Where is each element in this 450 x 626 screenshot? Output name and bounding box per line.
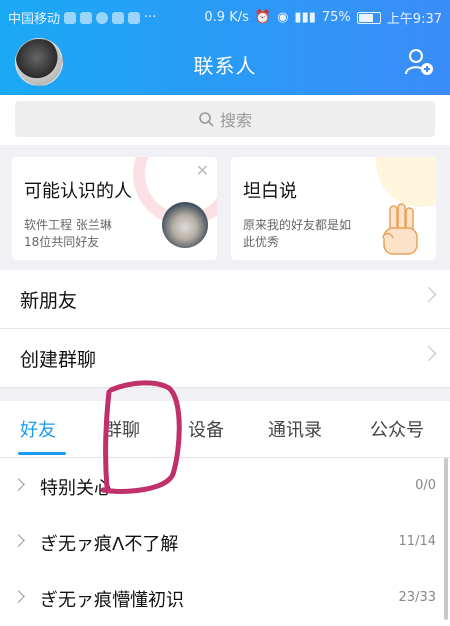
expand-arrow-icon	[12, 478, 25, 491]
signal-icon: ▮▮▮	[294, 10, 316, 25]
search-icon	[199, 112, 214, 127]
card-decoration	[376, 157, 436, 207]
card-subtitle: 软件工程 张兰琳 18位共同好友	[24, 217, 112, 251]
tab-groups[interactable]: 群聊	[104, 416, 140, 442]
more-notifications-icon: ···	[144, 10, 157, 25]
page-title: 联系人	[193, 54, 257, 78]
app-notification-icon	[96, 11, 109, 24]
battery-percent: 75%	[321, 10, 351, 25]
card-title: 可能认识的人	[24, 181, 132, 202]
status-bar: 中国移动 ··· 0.9 K/s ⏰ ◉ ▮▮▮ 75% 上午9:37	[0, 0, 450, 32]
group-name: ぎ无ァ痕懵懂初识	[40, 590, 184, 611]
group-name: 特别关心	[40, 478, 112, 499]
active-tab-indicator	[18, 452, 66, 455]
card-subtitle-line: 18位共同好友	[24, 235, 100, 249]
group-count: 11/14	[398, 534, 436, 549]
suggested-person-photo	[162, 202, 208, 248]
search-section: 搜索	[0, 95, 450, 145]
header-bar: 中国移动 ··· 0.9 K/s ⏰ ◉ ▮▮▮ 75% 上午9:37 联系人	[0, 0, 450, 95]
carrier-label: 中国移动	[8, 12, 61, 27]
group-count: 0/0	[415, 478, 436, 493]
card-may-know[interactable]: ✕ 可能认识的人 软件工程 张兰琳 18位共同好友	[12, 157, 217, 260]
search-placeholder: 搜索	[219, 111, 252, 130]
add-friend-icon[interactable]	[404, 48, 434, 76]
tab-official-accounts[interactable]: 公众号	[370, 416, 424, 442]
search-input[interactable]: 搜索	[15, 101, 435, 137]
menu-list: 新朋友 创建群聊	[0, 270, 450, 388]
card-confession[interactable]: 坦白说 原来我的好友都是如 此优秀	[231, 157, 436, 260]
group-count: 23/33	[398, 590, 436, 605]
app-notification-icon	[80, 11, 93, 24]
card-subtitle-line: 原来我的好友都是如	[243, 218, 352, 232]
raised-hand-icon	[382, 203, 418, 255]
list-item[interactable]: ぎ无ァ痕Λ不了解 11/14	[0, 514, 450, 570]
network-speed: 0.9 K/s	[204, 10, 249, 25]
card-subtitle: 原来我的好友都是如 此优秀	[243, 217, 351, 251]
alarm-icon: ⏰	[254, 10, 272, 25]
tab-devices[interactable]: 设备	[188, 416, 224, 442]
row-label: 创建群聊	[20, 349, 97, 371]
close-icon[interactable]: ✕	[196, 161, 209, 180]
chevron-right-icon	[420, 345, 437, 362]
app-notification-icon	[128, 11, 141, 24]
app-notification-icon	[64, 11, 77, 24]
new-friends-row[interactable]: 新朋友	[0, 270, 450, 329]
group-name: ぎ无ァ痕Λ不了解	[40, 534, 179, 555]
card-title: 坦白说	[243, 181, 297, 202]
app-notification-icon	[112, 11, 125, 24]
card-subtitle-line: 软件工程 张兰琳	[24, 218, 112, 232]
card-subtitle-line: 此优秀	[243, 235, 280, 249]
chevron-right-icon	[420, 286, 437, 303]
friend-groups-list: 特别关心 0/0 ぎ无ァ痕Λ不了解 11/14 ぎ无ァ痕懵懂初识 23/33	[0, 458, 450, 626]
tab-address-book[interactable]: 通讯录	[268, 416, 322, 442]
expand-arrow-icon	[12, 590, 25, 603]
create-group-chat-row[interactable]: 创建群聊	[0, 329, 450, 388]
contact-tabs: 好友 群聊 设备 通讯录 公众号	[0, 401, 450, 458]
battery-icon	[356, 11, 381, 24]
list-item[interactable]: ぎ无ァ痕懵懂初识 23/33	[0, 570, 450, 626]
expand-arrow-icon	[12, 534, 25, 547]
tab-friends[interactable]: 好友	[20, 416, 56, 442]
list-item[interactable]: 特别关心 0/0	[0, 458, 450, 514]
scrollbar[interactable]	[444, 458, 448, 620]
row-label: 新朋友	[20, 290, 78, 312]
clock: 上午9:37	[386, 12, 442, 27]
recommend-cards: ✕ 可能认识的人 软件工程 张兰琳 18位共同好友 坦白说 原来我的好友都是如 …	[0, 145, 450, 268]
eye-icon: ◉	[277, 10, 289, 25]
